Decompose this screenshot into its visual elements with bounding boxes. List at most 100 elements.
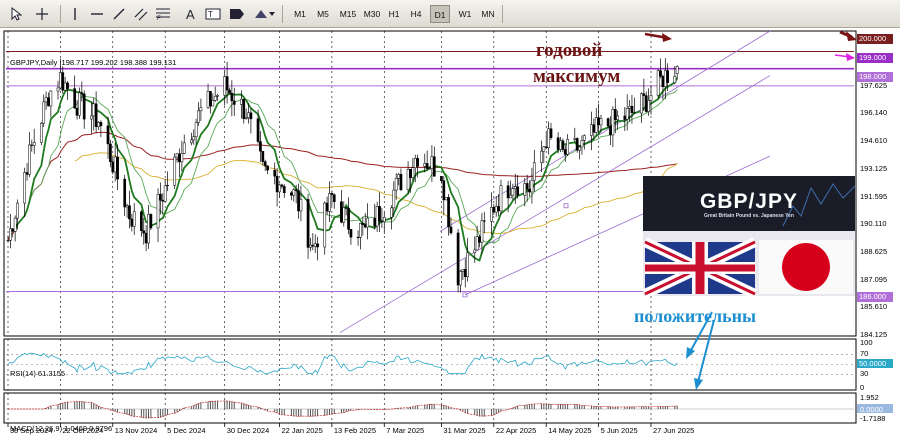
fibonacci-icon[interactable]: F [154,4,172,24]
candle-body [478,236,481,243]
candle-body [528,188,531,193]
candle-body [82,93,86,120]
timeframe-m15[interactable]: M15 [336,5,360,23]
candle-body [9,228,12,241]
candle-body [480,220,484,243]
time-axis-label: 5 Dec 2024 [167,426,205,435]
symbol-info-label: GBPJPY,Daily 198.717 199.202 198.388 199… [10,58,177,67]
candle-body [325,202,329,212]
timeframe-m5[interactable]: M5 [313,5,333,23]
level-badge-200: 200.000 [857,34,893,44]
candle-body [397,174,400,179]
candle-body [656,70,660,96]
candle-body [194,122,198,138]
macd-axis-label: 0.0000 [860,405,883,414]
candle-body [116,156,119,180]
candle-body [309,244,312,248]
price-axis-label: 197.625 [860,81,887,90]
candle-body [32,142,36,146]
candle-body [409,168,412,178]
candle-body [447,197,450,228]
candle-body [240,98,243,105]
channel-icon[interactable] [132,4,150,24]
candle-body [209,91,212,107]
candle-body [247,112,250,119]
candle-body [430,156,434,169]
candle-body [523,183,527,196]
candle-body [540,150,543,164]
candle-body [94,103,98,127]
candle-body [578,146,581,151]
candle-body [566,139,569,155]
candle-body [99,122,103,127]
timeframe-h4[interactable]: H4 [407,5,425,23]
candle-body [499,185,503,212]
candle-body [192,136,196,141]
candle-body [630,105,634,113]
level-badge-198: 198.000 [857,72,893,82]
candle-body [106,125,110,145]
candle-body [575,138,579,151]
candle-body [297,190,300,212]
vertical-line-icon[interactable] [66,4,84,24]
timeframe-h1[interactable]: H1 [385,5,403,23]
candle-body [30,144,34,146]
candle-body [73,88,77,109]
time-axis-label: 13 Nov 2024 [115,426,158,435]
horizontal-line-icon[interactable] [88,4,106,24]
shapes-menu-icon[interactable] [252,4,276,24]
candle-body [392,189,396,209]
time-axis-label: 31 Mar 2025 [443,426,485,435]
candle-body [311,244,315,247]
candle-body [606,118,610,127]
candle-body [647,100,650,112]
candle-body [373,217,377,227]
candle-body [178,153,181,163]
text-tool-icon[interactable]: A [182,4,200,24]
candle-body [313,243,317,247]
candle-body [444,197,448,201]
timeframe-mn[interactable]: MN [477,5,499,23]
candle-body [182,142,186,154]
candle-body [216,94,219,97]
candle-body [280,184,284,187]
candle-body [39,122,43,143]
rsi-label: RSI(14) 61.3155 [10,369,66,378]
price-axis-label: 194.610 [860,136,887,145]
candle-body [556,137,560,150]
candle-body [525,183,529,190]
trendline-icon[interactable] [110,4,128,24]
candle-body [492,207,496,213]
price-axis-label: 196.140 [860,108,887,117]
timeframe-m1[interactable]: M1 [290,5,310,23]
candle-body [132,211,136,227]
candle-body [163,185,167,202]
cursor-arrow-icon[interactable] [6,4,26,24]
timeframe-w1[interactable]: W1 [455,5,475,23]
candle-body [616,115,620,120]
candle-body [128,205,131,220]
candle-body [199,107,203,112]
timeframe-m30[interactable]: M30 [360,5,384,23]
candle-body [80,92,84,95]
candle-body [659,70,662,77]
candle-body [328,193,331,212]
candle-body [375,206,379,227]
price-label-icon[interactable] [228,4,246,24]
candle-body [675,66,679,74]
candle-body [642,93,646,96]
candle-body [516,186,519,196]
candle-body [244,117,248,120]
crosshair-icon[interactable] [32,4,52,24]
price-axis-label: 191.595 [860,192,887,201]
candle-body [573,138,577,140]
time-axis-label: 5 Jun 2025 [601,426,638,435]
text-label-icon[interactable]: T [204,4,222,24]
candle-body [599,118,603,126]
candle-body [23,172,27,204]
level-badge-199: 199.000 [857,53,893,63]
timeframe-d1[interactable]: D1 [430,5,450,23]
chart-window[interactable]: 197.625 196.140 194.610 193.125 191.595 190.1… [0,28,900,440]
candle-body [432,156,436,177]
candle-body [230,92,234,102]
